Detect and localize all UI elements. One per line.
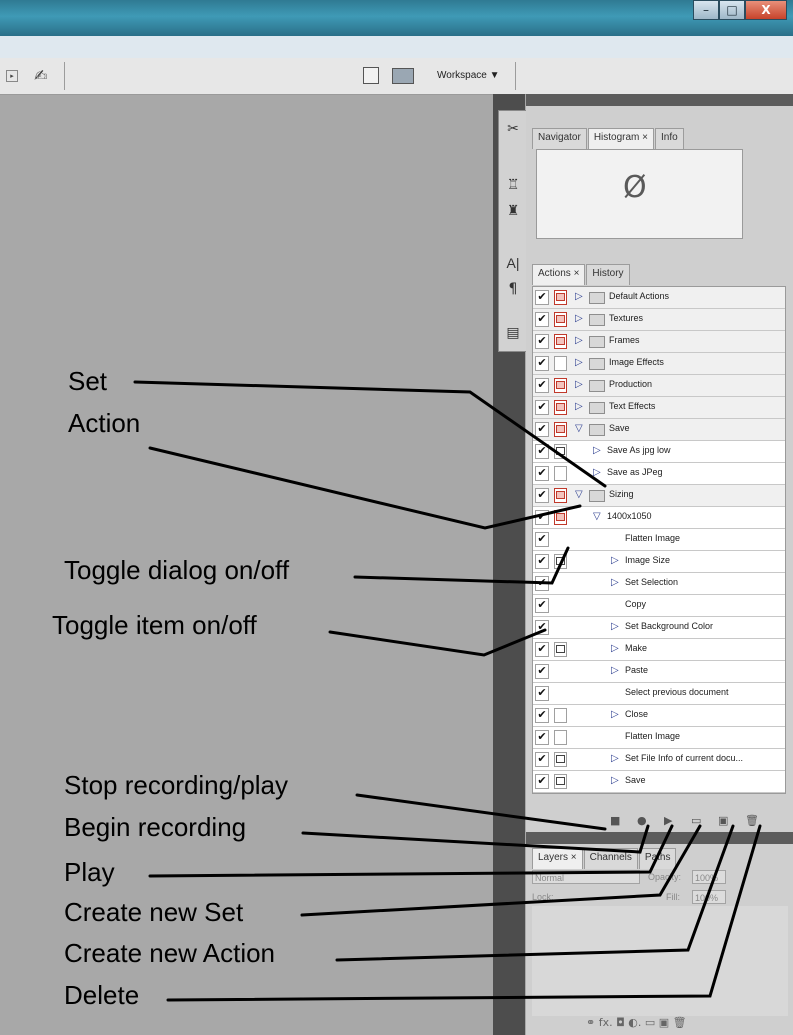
line-begin [301, 824, 650, 854]
line-set [133, 380, 607, 488]
line-new-set [300, 824, 702, 917]
line-delete [166, 824, 762, 1002]
line-play [148, 824, 674, 878]
line-stop [355, 793, 607, 831]
line-action [148, 446, 582, 530]
line-toggle-dialog [353, 546, 570, 585]
line-toggle-item [328, 628, 547, 657]
annotation-lines [133, 380, 762, 1002]
